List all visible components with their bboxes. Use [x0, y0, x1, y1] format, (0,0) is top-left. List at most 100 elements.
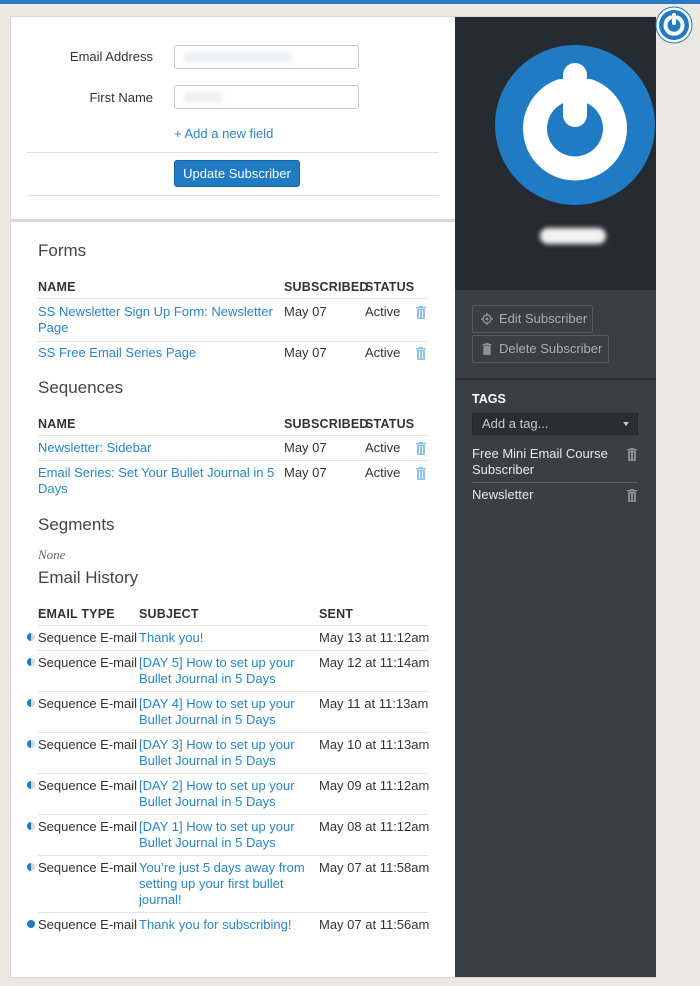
forms-heading: Forms	[38, 241, 87, 260]
edit-subscriber-button[interactable]: Edit Subscriber	[472, 305, 593, 333]
table-divider	[38, 341, 428, 342]
table-divider	[38, 298, 428, 299]
email-type: Sequence E-mail	[38, 917, 137, 932]
email-sent-time: May 12 at 11:14am	[319, 655, 430, 670]
forms-name-header: NAME	[38, 280, 76, 294]
divider	[27, 195, 439, 196]
trash-icon[interactable]	[627, 489, 637, 502]
form-link-free-email-series[interactable]: SS Free Email Series Page	[38, 345, 196, 361]
top-accent-bar	[0, 0, 700, 4]
subscriber-sidebar: Edit Subscriber Delete Subscriber TAGS A…	[455, 17, 656, 977]
first-name-field[interactable]	[174, 85, 359, 109]
email-type-header: EMAIL TYPE	[38, 607, 115, 621]
trash-icon[interactable]	[627, 448, 637, 461]
form-link-newsletter-signup[interactable]: SS Newsletter Sign Up Form: Newsletter Pa…	[38, 304, 273, 336]
form-subscribed-date: May 07	[284, 345, 327, 360]
email-type: Sequence E-mail	[38, 737, 137, 752]
email-type: Sequence E-mail	[38, 819, 137, 834]
tag-divider	[472, 482, 638, 483]
half-circle-icon	[27, 822, 35, 830]
sequence-link-newsletter-sidebar[interactable]: Newsletter: Sidebar	[38, 440, 151, 456]
half-circle-icon	[27, 658, 35, 666]
half-circle-icon	[27, 781, 35, 789]
email-subject-link[interactable]: [DAY 4] How to set up your Bullet Journal…	[139, 696, 295, 728]
table-divider	[38, 773, 428, 774]
redacted-email	[183, 51, 293, 63]
email-sent-time: May 13 at 11:12am	[319, 630, 430, 645]
email-subject-link[interactable]: [DAY 2] How to set up your Bullet Journal…	[139, 778, 295, 810]
tag-item-free-mini-email-course: Free Mini Email Course Subscriber	[472, 446, 608, 477]
subscriber-card: Email Address First Name + Add a new fie…	[10, 16, 656, 978]
gear-icon	[481, 313, 493, 325]
segments-none: None	[38, 547, 66, 562]
email-type: Sequence E-mail	[38, 778, 137, 793]
add-tag-select[interactable]: Add a tag...	[472, 413, 638, 435]
sequence-subscribed-date: May 07	[284, 440, 327, 455]
tags-heading: TAGS	[472, 392, 506, 406]
trash-icon[interactable]	[416, 347, 426, 360]
table-divider	[38, 435, 428, 436]
table-divider	[38, 460, 428, 461]
trash-icon	[482, 343, 492, 355]
email-history-heading: Email History	[38, 568, 139, 587]
trash-icon[interactable]	[416, 442, 426, 455]
divider	[27, 152, 439, 153]
first-name-label: First Name	[89, 90, 153, 105]
email-type: Sequence E-mail	[38, 630, 137, 645]
subscriber-details: Email Address First Name + Add a new fie…	[11, 17, 455, 977]
redacted-first-name	[183, 91, 223, 103]
tag-item-newsletter: Newsletter	[472, 487, 534, 502]
email-subject-link[interactable]: You’re just 5 days away from setting up y…	[139, 860, 305, 908]
subject-header: SUBJECT	[139, 607, 199, 621]
delete-subscriber-button[interactable]: Delete Subscriber	[472, 335, 609, 363]
sequences-subscribed-header: SUBSCRIBED	[284, 417, 369, 431]
sequence-link-email-series[interactable]: Email Series: Set Your Bullet Journal in…	[38, 465, 274, 497]
email-sent-time: May 11 at 11:13am	[319, 696, 429, 711]
table-divider	[38, 855, 428, 856]
forms-status-header: STATUS	[365, 280, 415, 294]
sequences-heading: Sequences	[38, 378, 124, 397]
email-field[interactable]	[174, 45, 359, 69]
email-sent-time: May 07 at 11:58am	[319, 860, 430, 875]
full-circle-icon	[27, 920, 35, 928]
sequence-status: Active	[365, 465, 401, 480]
delete-subscriber-label: Delete Subscriber	[499, 341, 603, 356]
sequences-status-header: STATUS	[365, 417, 415, 431]
table-divider	[38, 732, 428, 733]
email-sent-time: May 07 at 11:56am	[319, 917, 430, 932]
sequence-status: Active	[365, 440, 401, 455]
power-logo-icon[interactable]	[655, 6, 693, 44]
forms-subscribed-header: SUBSCRIBED	[284, 280, 369, 294]
email-type: Sequence E-mail	[38, 655, 137, 670]
update-subscriber-button[interactable]: Update Subscriber	[174, 160, 300, 187]
trash-icon[interactable]	[416, 306, 426, 319]
email-address-label: Email Address	[69, 49, 153, 64]
form-status: Active	[365, 345, 401, 360]
chevron-down-icon	[623, 422, 629, 426]
email-subject-link[interactable]: Thank you!	[139, 630, 203, 646]
half-circle-icon	[27, 863, 35, 871]
avatar	[495, 45, 655, 205]
table-divider	[38, 625, 428, 626]
email-sent-time: May 08 at 11:12am	[319, 819, 430, 834]
add-new-field-link[interactable]: + Add a new field	[174, 126, 273, 141]
form-subscribed-date: May 07	[284, 304, 327, 319]
half-circle-icon	[27, 740, 35, 748]
trash-icon[interactable]	[416, 467, 426, 480]
edit-subscriber-label: Edit Subscriber	[499, 311, 588, 326]
sidebar-divider	[455, 378, 656, 380]
table-divider	[38, 691, 428, 692]
table-divider	[38, 650, 428, 651]
email-subject-link[interactable]: [DAY 5] How to set up your Bullet Journal…	[139, 655, 295, 687]
email-subject-link[interactable]: [DAY 3] How to set up your Bullet Journal…	[139, 737, 295, 769]
email-subject-link[interactable]: [DAY 1] How to set up your Bullet Journal…	[139, 819, 295, 851]
sequences-name-header: NAME	[38, 417, 76, 431]
table-divider	[38, 912, 428, 913]
redacted-subscriber-name	[540, 228, 606, 244]
form-status: Active	[365, 304, 401, 319]
email-type: Sequence E-mail	[38, 696, 137, 711]
email-sent-time: May 09 at 11:12am	[319, 778, 430, 793]
profile-header	[455, 17, 656, 290]
sequence-subscribed-date: May 07	[284, 465, 327, 480]
email-subject-link[interactable]: Thank you for subscribing!	[139, 917, 291, 933]
